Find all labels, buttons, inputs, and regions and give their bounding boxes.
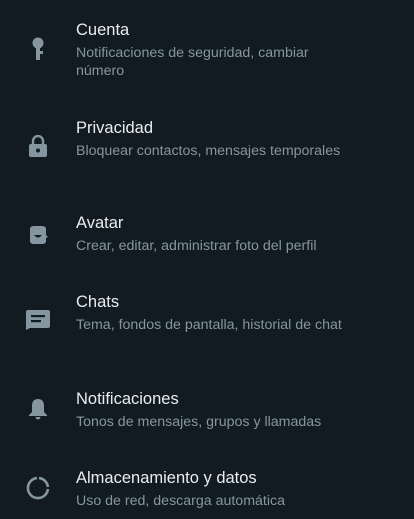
- settings-item-chats[interactable]: Chats Tema, fondos de pantalla, historia…: [0, 291, 414, 361]
- bell-icon: [25, 396, 51, 422]
- data-usage-icon: [25, 475, 51, 501]
- settings-item-title: Notificaciones: [76, 390, 179, 408]
- settings-item-description: Notificaciones de seguridad, cambiar núm…: [76, 45, 309, 79]
- settings-item-title: Almacenamiento y datos: [76, 469, 257, 487]
- settings-item-notificaciones[interactable]: Notificaciones Tonos de mensajes, grupos…: [0, 388, 414, 444]
- settings-item-description: Bloquear contactos, mensajes temporales: [76, 143, 341, 159]
- chat-icon: [25, 307, 51, 333]
- settings-item-description: Tonos de mensajes, grupos y llamadas: [76, 414, 322, 430]
- settings-item-cuenta[interactable]: Cuenta Notificaciones de seguridad, camb…: [0, 18, 414, 90]
- settings-item-avatar[interactable]: Avatar Crear, editar, administrar foto d…: [0, 212, 414, 268]
- settings-item-title: Cuenta: [76, 21, 130, 39]
- settings-item-description: Crear, editar, administrar foto del perf…: [76, 238, 317, 254]
- settings-list: Cuenta Notificaciones de seguridad, camb…: [0, 0, 414, 519]
- avatar-icon: [25, 222, 51, 248]
- settings-item-almacenamiento[interactable]: Almacenamiento y datos Uso de red, desca…: [0, 467, 414, 519]
- settings-item-description: Tema, fondos de pantalla, historial de c…: [76, 317, 342, 333]
- key-icon: [25, 36, 51, 62]
- settings-item-title: Chats: [76, 293, 120, 311]
- settings-item-description: Uso de red, descarga automática: [76, 493, 285, 509]
- settings-item-privacidad[interactable]: Privacidad Bloquear contactos, mensajes …: [0, 115, 414, 187]
- settings-item-title: Avatar: [76, 214, 124, 232]
- settings-item-title: Privacidad: [76, 119, 154, 137]
- lock-icon: [25, 133, 51, 159]
